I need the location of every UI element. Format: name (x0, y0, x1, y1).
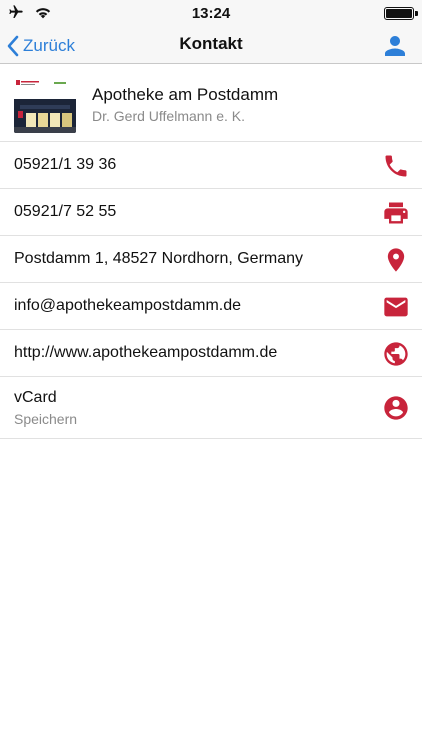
printer-icon (384, 202, 408, 224)
map-pin-icon (387, 248, 405, 272)
status-bar: 13:24 (0, 0, 422, 28)
vcard-sublabel: Speichern (14, 411, 78, 427)
phone-row[interactable]: 05921/1 39 36 (0, 142, 422, 189)
fax-row[interactable]: 05921/7 52 55 (0, 189, 422, 236)
pharmacy-owner: Dr. Gerd Uffelmann e. K. (92, 108, 246, 124)
globe-icon (384, 342, 408, 366)
vcard-row[interactable]: vCard Speichern (0, 377, 422, 439)
vcard-label: vCard (14, 389, 57, 406)
email-row[interactable]: info@apothekeampostdamm.de (0, 283, 422, 330)
website-url: http://www.apothekeampostdamm.de (14, 344, 278, 361)
pharmacy-name: Apotheke am Postdamm (92, 85, 279, 104)
account-circle-icon (384, 396, 408, 420)
address-text: Postdamm 1, 48527 Nordhorn, Germany (14, 250, 304, 267)
status-time: 13:24 (191, 5, 231, 22)
fax-number: 05921/7 52 55 (14, 203, 117, 220)
address-row[interactable]: Postdamm 1, 48527 Nordhorn, Germany (0, 236, 422, 283)
pharmacy-header: Apotheke am Postdamm Dr. Gerd Uffelmann … (0, 65, 422, 142)
nav-bar: Zurück Kontakt (0, 28, 422, 64)
person-icon (385, 36, 405, 56)
profile-button[interactable] (380, 31, 410, 61)
phone-icon (385, 155, 407, 177)
pharmacy-logo (14, 77, 76, 133)
battery-icon (384, 7, 418, 20)
page-title: Kontakt (179, 34, 243, 53)
email-address: info@apothekeampostdamm.de (14, 297, 242, 314)
mail-icon (384, 297, 408, 317)
website-row[interactable]: http://www.apothekeampostdamm.de (0, 330, 422, 377)
phone-number: 05921/1 39 36 (14, 156, 117, 173)
